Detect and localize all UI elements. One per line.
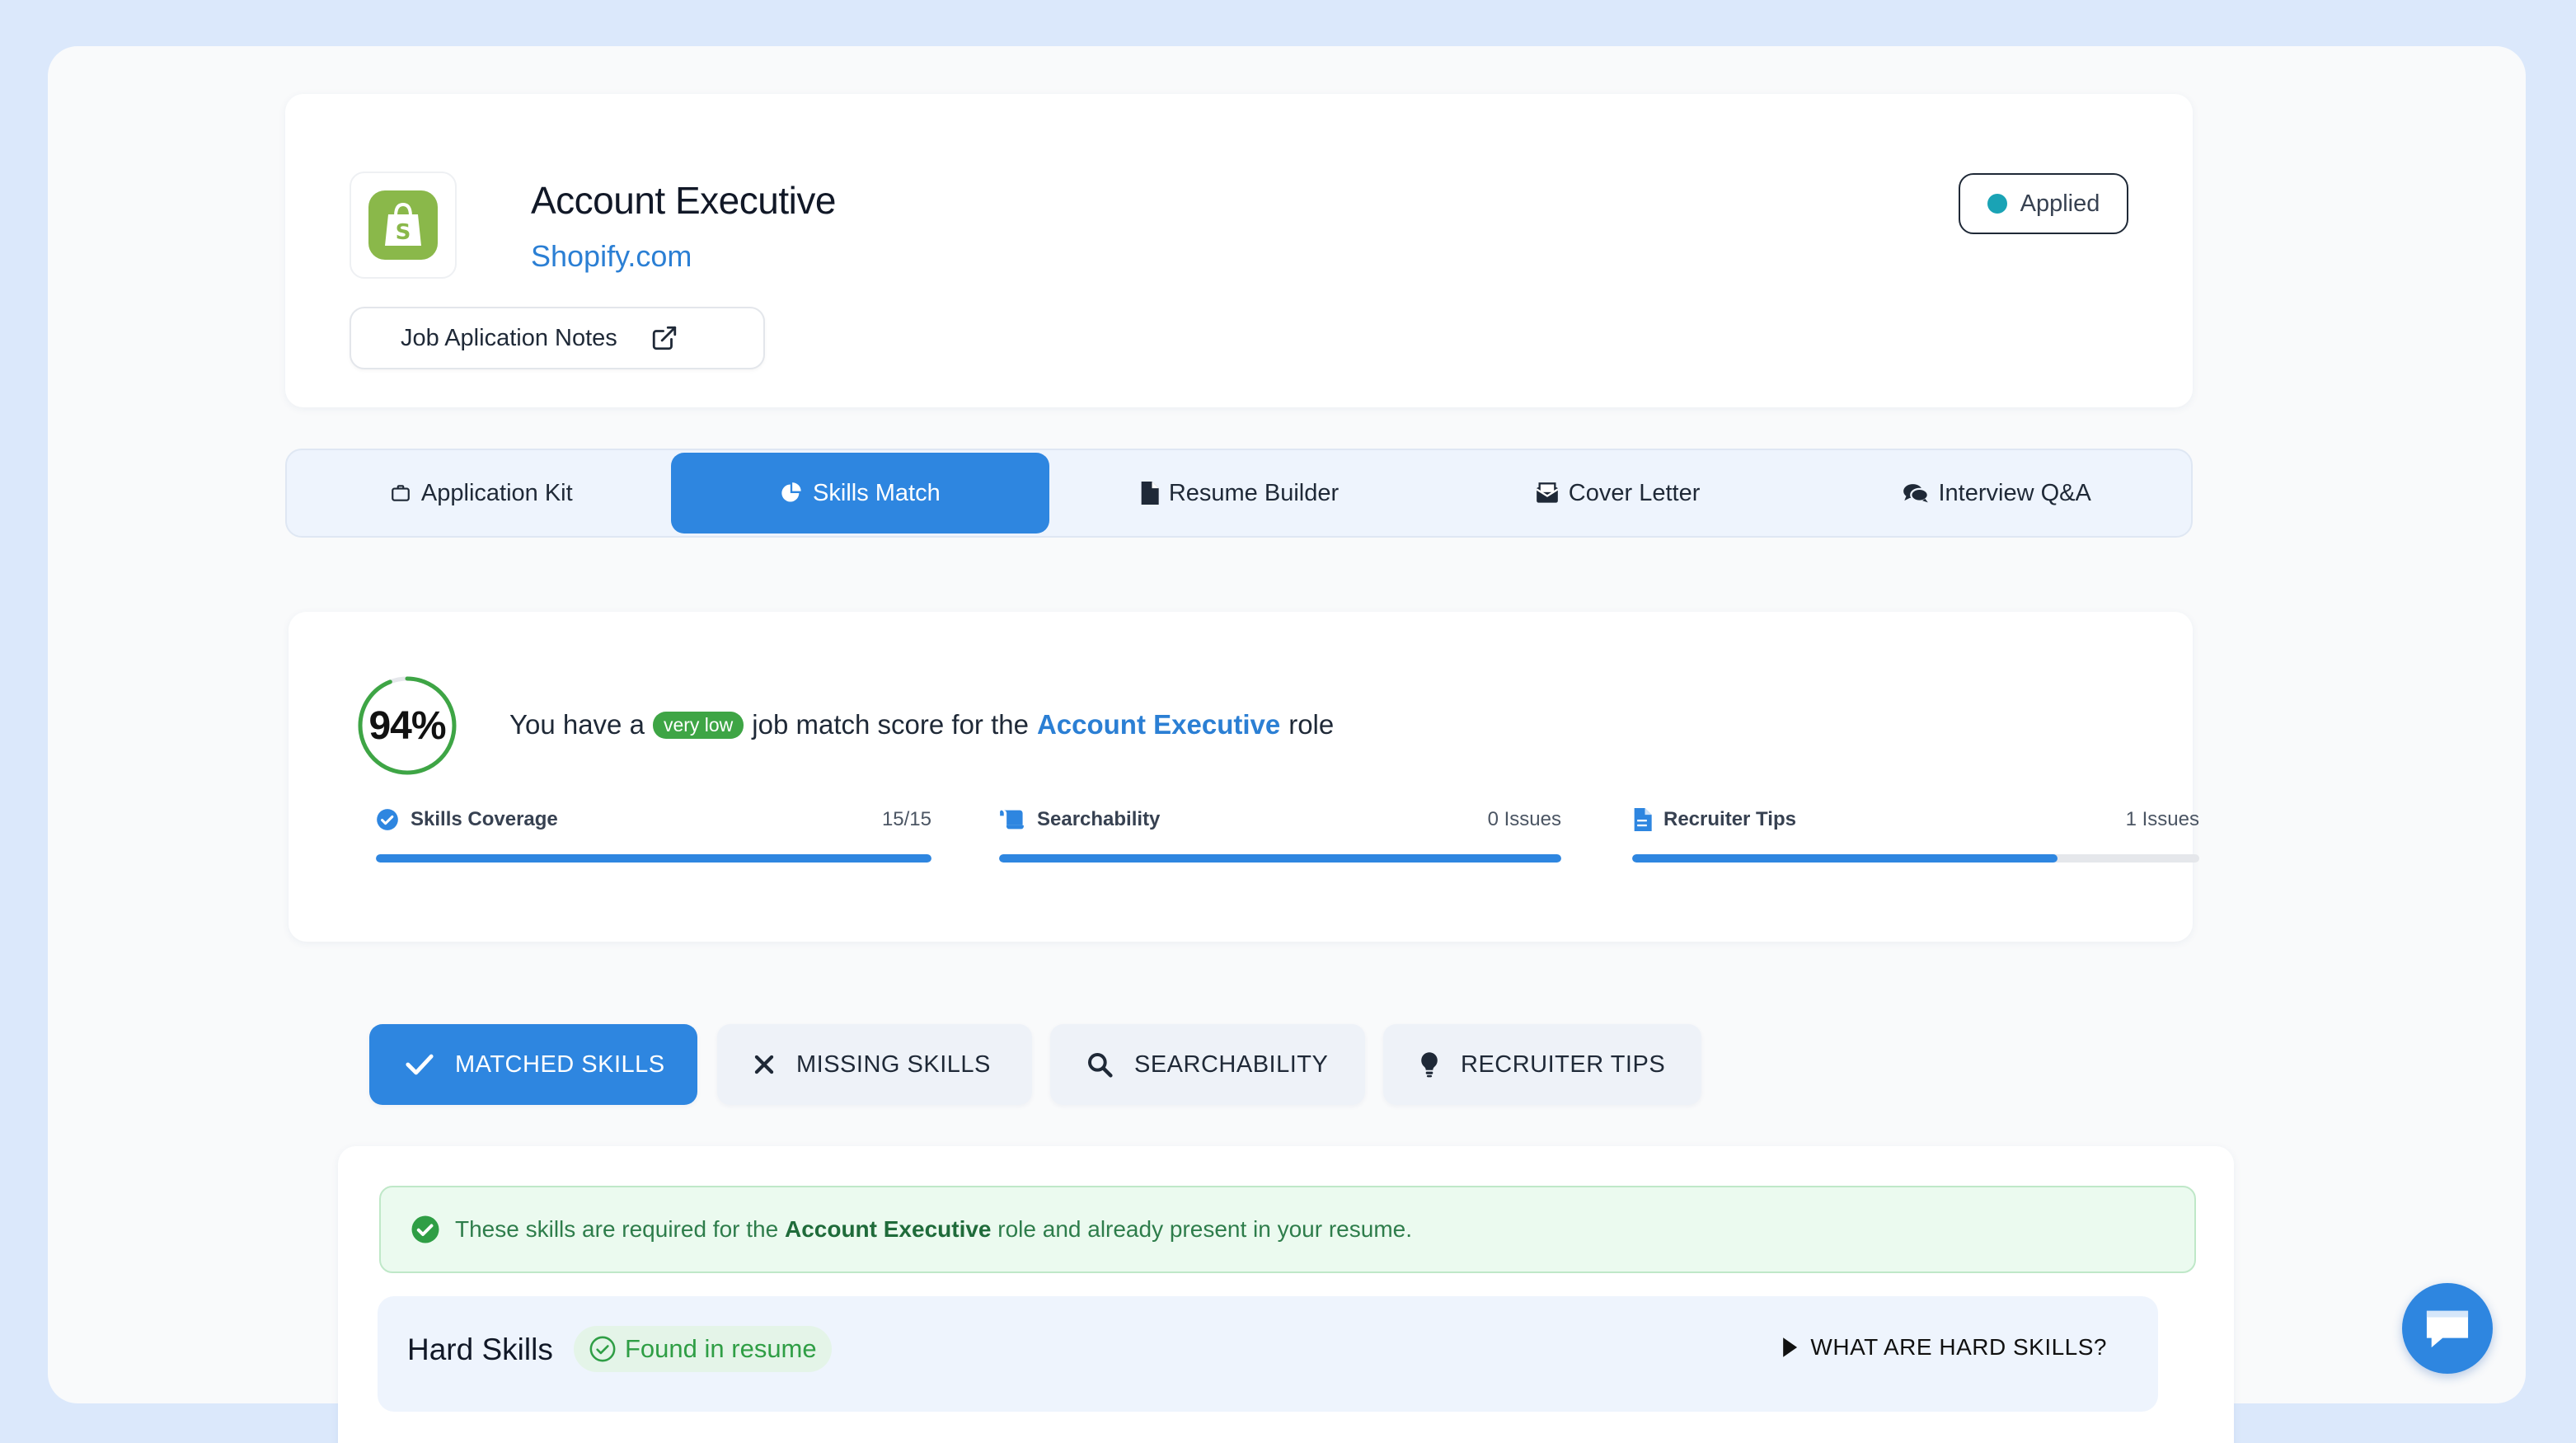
- file-lines-icon: [1634, 808, 1652, 831]
- tab-label: Interview Q&A: [1938, 479, 2091, 506]
- external-link-icon: [650, 324, 678, 352]
- svg-text:S: S: [396, 220, 411, 245]
- what-are-hard-skills-toggle[interactable]: WHAT ARE HARD SKILLS?: [1781, 1334, 2107, 1361]
- status-dropdown[interactable]: Applied: [1959, 173, 2128, 234]
- tab-label: Application Kit: [420, 479, 573, 506]
- metric-label: Recruiter Tips: [1663, 808, 1796, 830]
- progress-track: [999, 854, 1561, 863]
- metric-label: Searchability: [1037, 808, 1161, 830]
- tab-interview-qa[interactable]: Interview Q&A: [1807, 453, 2186, 533]
- briefcase-icon: [392, 485, 410, 501]
- match-level-badge: very low: [652, 711, 744, 739]
- tab-matched-skills[interactable]: MATCHED SKILLS: [369, 1024, 697, 1105]
- banner-text: These skills are required for the Accoun…: [455, 1216, 1412, 1243]
- scroll-icon: [1000, 810, 1024, 830]
- tab-resume-builder[interactable]: Resume Builder: [1049, 453, 1429, 533]
- what-link-label: WHAT ARE HARD SKILLS?: [1810, 1334, 2107, 1360]
- info-banner: These skills are required for the Accoun…: [379, 1186, 2196, 1273]
- metric-skills-coverage: Skills Coverage 15/15: [376, 805, 931, 863]
- skill-tab-label: MATCHED SKILLS: [455, 1051, 665, 1078]
- tab-label: Resume Builder: [1168, 479, 1340, 506]
- company-logo: S: [350, 172, 457, 279]
- search-icon: [1088, 1053, 1113, 1078]
- banner-suffix: role and already present in your resume.: [997, 1216, 1412, 1242]
- progress-track: [376, 854, 931, 863]
- metric-value: 0 Issues: [1487, 808, 1561, 830]
- hard-skills-section: Hard Skills Found in resume WHAT ARE HAR…: [378, 1296, 2158, 1412]
- skill-tab-label: MISSING SKILLS: [796, 1051, 991, 1078]
- progress-fill: [376, 854, 931, 863]
- lightbulb-icon: [1421, 1052, 1438, 1078]
- tab-searchability[interactable]: SEARCHABILITY: [1050, 1024, 1365, 1105]
- envelope-icon: [1536, 482, 1559, 503]
- progress-fill: [999, 854, 1561, 863]
- company-link[interactable]: Shopify.com: [531, 239, 692, 274]
- x-icon: [754, 1055, 774, 1074]
- check-circle-icon: [377, 809, 398, 830]
- caret-right-icon: [1783, 1337, 1798, 1357]
- progress-track: [1632, 854, 2199, 863]
- tab-label: Skills Match: [813, 479, 941, 506]
- status-label: Applied: [2020, 190, 2100, 217]
- job-notes-label: Job Aplication Notes: [401, 324, 617, 351]
- metric-value: 15/15: [881, 808, 931, 830]
- check-circle-outline-icon: [589, 1336, 616, 1362]
- found-in-resume-badge: Found in resume: [574, 1326, 832, 1372]
- shopify-bag-icon: S: [368, 190, 438, 260]
- job-title: Account Executive: [531, 179, 836, 222]
- match-sentence: You have a very low job match score for …: [509, 709, 1334, 740]
- metric-label: Skills Coverage: [411, 808, 558, 830]
- sentence-prefix: You have a: [509, 709, 645, 740]
- metric-value: 1 Issues: [2125, 808, 2199, 830]
- tab-skills-match[interactable]: Skills Match: [670, 453, 1050, 533]
- tab-cover-letter[interactable]: Cover Letter: [1429, 453, 1808, 533]
- pie-chart-icon: [781, 482, 801, 502]
- skill-tab-label: RECRUITER TIPS: [1461, 1051, 1666, 1078]
- main-tabs: Application Kit Skills Match Resume Buil…: [285, 449, 2193, 538]
- metric-recruiter-tips: Recruiter Tips 1 Issues: [1632, 805, 2199, 863]
- banner-prefix: These skills are required for the: [455, 1216, 779, 1242]
- role-link[interactable]: Account Executive: [1037, 709, 1280, 740]
- comments-icon: [1903, 484, 1929, 503]
- tab-missing-skills[interactable]: MISSING SKILLS: [717, 1024, 1032, 1105]
- check-icon: [406, 1054, 434, 1075]
- banner-role: Account Executive: [784, 1216, 992, 1242]
- tab-label: Cover Letter: [1568, 479, 1701, 506]
- skill-tab-label: SEARCHABILITY: [1134, 1051, 1329, 1078]
- tab-application-kit[interactable]: Application Kit: [292, 453, 671, 533]
- hard-skills-title: Hard Skills: [407, 1333, 553, 1366]
- sentence-suffix: role: [1288, 709, 1335, 740]
- tab-recruiter-tips[interactable]: RECRUITER TIPS: [1383, 1024, 1701, 1105]
- chat-icon: [2426, 1310, 2469, 1348]
- sentence-middle: job match score for the: [752, 709, 1029, 740]
- skills-results-card: These skills are required for the Accoun…: [338, 1146, 2234, 1443]
- metric-searchability: Searchability 0 Issues: [999, 805, 1561, 863]
- match-score-card: 94% You have a very low job match score …: [289, 612, 2199, 942]
- job-header-card: S Account Executive Shopify.com Job Apli…: [285, 94, 2193, 407]
- check-circle-icon: [411, 1215, 439, 1243]
- status-dot: [1987, 194, 2007, 214]
- progress-fill: [1632, 854, 2058, 863]
- file-icon: [1141, 482, 1159, 505]
- score-percent: 94%: [368, 703, 446, 748]
- job-notes-button[interactable]: Job Aplication Notes: [350, 307, 765, 369]
- found-label: Found in resume: [625, 1334, 817, 1363]
- chat-support-button[interactable]: [2402, 1283, 2493, 1374]
